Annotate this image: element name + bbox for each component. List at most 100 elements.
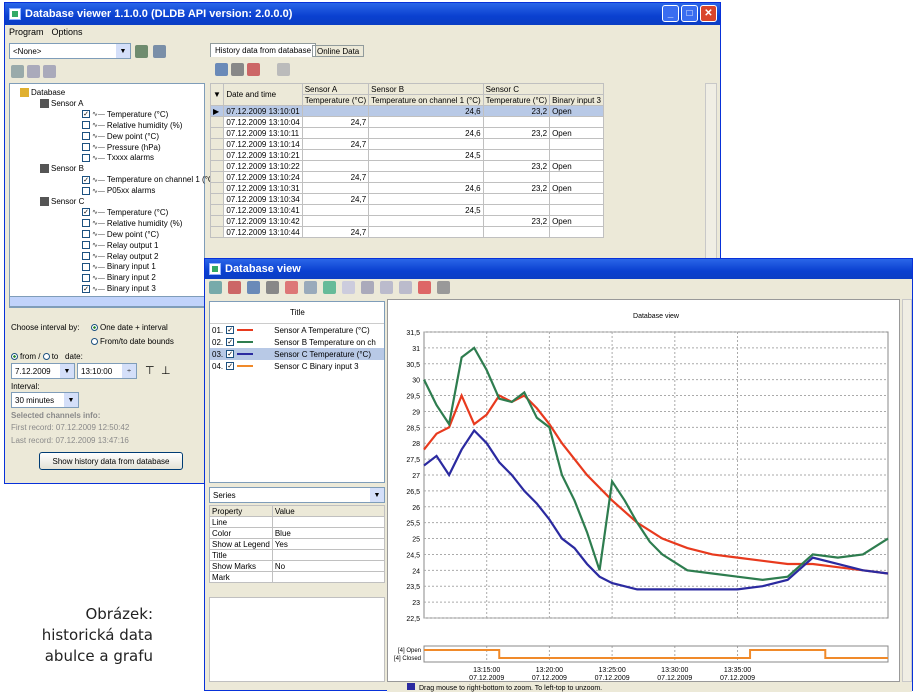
- tree-node[interactable]: ∿— P05xx alarms: [82, 185, 155, 196]
- property-value[interactable]: [271, 571, 386, 583]
- checkbox-icon[interactable]: [82, 186, 90, 195]
- checkbox-icon[interactable]: [82, 230, 90, 239]
- eye-icon[interactable]: [323, 281, 336, 294]
- print-icon[interactable]: [231, 63, 244, 76]
- tree-node[interactable]: Database: [20, 87, 65, 98]
- series-item[interactable]: 03. ✓ Sensor C Temperature (°C): [210, 348, 384, 360]
- row-header[interactable]: [209, 193, 225, 205]
- checkbox-icon[interactable]: ✓: [226, 338, 235, 346]
- chart-vscroll[interactable]: [902, 299, 912, 682]
- checkbox-icon[interactable]: [82, 241, 90, 250]
- tree-node[interactable]: ∿— Pressure (hPa): [82, 142, 161, 153]
- tree-node[interactable]: ∿— Relay output 2: [82, 251, 158, 262]
- property-value[interactable]: No: [271, 560, 386, 572]
- checkbox-icon[interactable]: [82, 219, 90, 228]
- axis-icon[interactable]: [285, 281, 298, 294]
- checkbox-icon[interactable]: ✓: [226, 350, 235, 358]
- property-row[interactable]: Show Marks No: [209, 560, 386, 572]
- series-item[interactable]: 04. ✓ Sensor C Binary input 3: [210, 360, 384, 372]
- tree-node[interactable]: ∿— Txxxx alarms: [82, 152, 154, 163]
- row-header[interactable]: [209, 160, 225, 172]
- row-header[interactable]: [209, 171, 225, 183]
- print-icon[interactable]: [266, 281, 279, 294]
- property-row[interactable]: Color Blue: [209, 527, 386, 539]
- menu-program[interactable]: Program: [9, 27, 44, 37]
- checkbox-icon[interactable]: ✓: [82, 175, 90, 184]
- property-value[interactable]: Blue: [271, 527, 386, 539]
- table-row[interactable]: ▶ 07.12.2009 13:10:01 24,6 23,2 Open: [209, 105, 604, 117]
- refresh-icon[interactable]: [437, 281, 450, 294]
- col-sensor-b[interactable]: Sensor B: [368, 83, 484, 95]
- menu-options[interactable]: Options: [52, 27, 83, 37]
- checkbox-icon[interactable]: [82, 121, 90, 130]
- show-history-button[interactable]: Show history data from database: [39, 452, 183, 470]
- tree-node[interactable]: ∿— Relative humidity (%): [82, 218, 182, 229]
- table-row[interactable]: 07.12.2009 13:10:31 24,6 23,2 Open: [209, 182, 604, 194]
- export-icon[interactable]: [247, 63, 260, 76]
- col-b-temp[interactable]: Temperature on channel 1 (°C): [368, 94, 484, 106]
- tab-history[interactable]: History data from database: [210, 43, 317, 57]
- maximize-button[interactable]: □: [681, 5, 698, 22]
- zoom-in-icon[interactable]: [380, 281, 393, 294]
- col-a-temp[interactable]: Temperature (°C): [301, 94, 370, 106]
- tree-hscroll[interactable]: [9, 296, 205, 307]
- series-item[interactable]: 02. ✓ Sensor B Temperature on ch: [210, 336, 384, 348]
- tree-node[interactable]: ✓ ∿— Temperature (°C): [82, 109, 168, 120]
- zoom-out-icon[interactable]: [399, 281, 412, 294]
- delete-icon[interactable]: [418, 281, 431, 294]
- tree-refresh-icon[interactable]: [11, 65, 24, 78]
- table-row[interactable]: 07.12.2009 13:10:21 24,5: [209, 149, 604, 161]
- settings-icon[interactable]: [153, 45, 166, 58]
- align-top-icon[interactable]: ⊤: [145, 364, 155, 377]
- tree-node[interactable]: ✓ ∿— Temperature on channel 1 (°C: [82, 174, 214, 185]
- export-icon[interactable]: [228, 281, 241, 294]
- checkbox-icon[interactable]: [82, 132, 90, 141]
- checkbox-icon[interactable]: [82, 153, 90, 162]
- table-row[interactable]: 07.12.2009 13:10:44 24,7: [209, 226, 604, 238]
- tree-node[interactable]: ∿— Relative humidity (%): [82, 120, 182, 131]
- align-bottom-icon[interactable]: ⊥: [161, 364, 171, 377]
- property-row[interactable]: Mark: [209, 571, 386, 583]
- checkbox-icon[interactable]: [82, 143, 90, 151]
- tree-node[interactable]: Sensor C: [40, 196, 84, 207]
- property-row[interactable]: Title: [209, 549, 386, 561]
- expand-all-icon[interactable]: [27, 65, 40, 78]
- connect-icon[interactable]: [135, 45, 148, 58]
- tree-node[interactable]: ✓ ∿— Temperature (°C): [82, 207, 168, 218]
- print-preview-icon[interactable]: [215, 63, 228, 76]
- checkbox-icon[interactable]: [82, 273, 90, 282]
- cursor-icon[interactable]: [342, 281, 355, 294]
- table-row[interactable]: 07.12.2009 13:10:24 24,7: [209, 171, 604, 183]
- row-header[interactable]: [209, 127, 225, 139]
- row-header[interactable]: [209, 138, 225, 150]
- tree-node[interactable]: Sensor A: [40, 98, 83, 109]
- property-row[interactable]: Show at Legend Yes: [209, 538, 386, 550]
- table-row[interactable]: 07.12.2009 13:10:11 24,6 23,2 Open: [209, 127, 604, 139]
- col-c-temp[interactable]: Temperature (°C): [482, 94, 551, 106]
- checkbox-icon[interactable]: [82, 252, 90, 260]
- col-c-binary[interactable]: Binary input 3: [549, 94, 604, 106]
- property-row[interactable]: Line: [209, 516, 386, 528]
- checkbox-icon[interactable]: ✓: [226, 326, 235, 334]
- date-picker[interactable]: 7.12.2009 ▼: [11, 363, 75, 379]
- collapse-all-icon[interactable]: [43, 65, 56, 78]
- chart-icon[interactable]: [277, 63, 290, 76]
- col-sensor-a[interactable]: Sensor A: [301, 83, 370, 95]
- radio-to[interactable]: [42, 353, 50, 361]
- print-preview-icon[interactable]: [247, 281, 260, 294]
- property-value[interactable]: [271, 549, 386, 561]
- grid-icon[interactable]: [304, 281, 317, 294]
- row-sort-icon[interactable]: ▼: [209, 83, 225, 106]
- series-property-combo[interactable]: Series ▼: [209, 487, 385, 503]
- radio-from[interactable]: [11, 353, 18, 361]
- col-sensor-c[interactable]: Sensor C: [482, 83, 605, 95]
- checkbox-icon[interactable]: ✓: [226, 362, 235, 370]
- row-header[interactable]: [209, 215, 225, 227]
- checkbox-icon[interactable]: ✓: [82, 110, 90, 119]
- property-value[interactable]: Yes: [271, 538, 386, 550]
- table-row[interactable]: 07.12.2009 13:10:34 24,7: [209, 193, 604, 205]
- checkbox-icon[interactable]: ✓: [82, 208, 90, 217]
- tree-node[interactable]: ∿— Relay output 1: [82, 240, 158, 251]
- row-header[interactable]: ▶: [209, 105, 225, 117]
- row-header[interactable]: [209, 204, 225, 216]
